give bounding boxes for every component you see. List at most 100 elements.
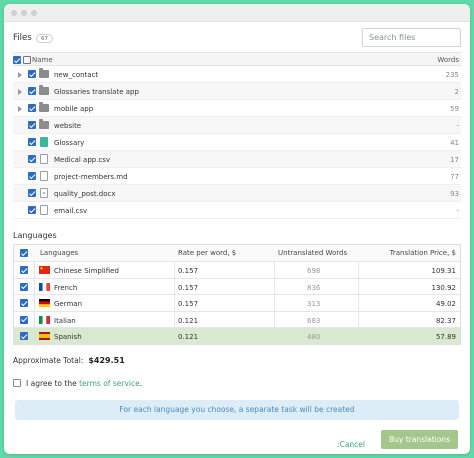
language-checkbox[interactable] [20,282,28,291]
select-all-files-checkbox[interactable] [13,56,21,64]
languages-table: Languages Rate per word, $ Untranslated … [13,244,461,345]
flag-cn-icon [39,266,50,274]
column-header-words[interactable]: Words [437,56,459,64]
file-type-icon [23,56,31,64]
rate-per-word: 0.121 [178,333,199,341]
file-checkbox[interactable] [28,206,36,214]
language-checkbox[interactable] [20,332,28,340]
folder-icon [39,85,49,95]
flag-de-icon [39,299,50,307]
rate-per-word: 0.157 [178,300,199,308]
file-words: 235 [445,71,459,79]
files-table-header: Name Words [13,52,461,66]
buy-translations-button[interactable]: Buy translations [381,430,458,449]
expand-arrow-icon[interactable] [18,89,22,95]
language-name: German [54,300,83,308]
file-row[interactable]: Medical app.csv 17 [13,151,461,168]
languages-table-header: Languages Rate per word, $ Untranslated … [14,245,460,261]
file-words: 93 [450,190,459,198]
agree-suffix-text: . [139,379,143,388]
file-name: email.csv [54,207,88,215]
language-name: Spanish [54,333,82,341]
rate-per-word: 0.121 [178,316,199,325]
file-row[interactable]: new_contact 235 [13,66,461,83]
language-row[interactable]: German 0.157 313 49.02 [14,294,460,311]
file-icon [40,154,48,164]
language-checkbox[interactable] [20,315,28,324]
select-all-languages-checkbox[interactable] [20,249,28,257]
file-name: Medical app.csv [54,156,111,164]
cancel-link[interactable]: :Cancel [337,440,365,449]
language-checkbox[interactable] [20,266,28,274]
untranslated-words: 480 [307,333,321,341]
translation-price: 57.89 [435,333,456,341]
file-words: - [456,122,459,130]
language-name: Chinese Simplified [54,267,119,275]
expand-arrow-icon[interactable] [18,72,22,78]
language-row[interactable]: Italian 0.121 683 82.37 [14,310,460,328]
glossary-icon [40,137,48,147]
total-label: Approximate Total: [13,356,84,365]
flag-es-icon [39,332,50,340]
file-name: mobile app [54,105,94,113]
file-row[interactable]: Wquality_post.docx 93 [13,185,461,202]
column-header-price: Translation Price, $ [389,249,456,257]
window-maximize-dot[interactable] [31,10,37,16]
folder-icon [39,68,49,78]
language-row[interactable]: Spanish 0.121 480 57.89 [14,327,460,344]
untranslated-words: 698 [307,267,321,275]
file-checkbox[interactable] [28,121,36,129]
file-words: - [456,207,459,215]
file-row[interactable]: Glossaries translate app 2 [13,83,461,100]
column-header-untranslated: Untranslated Words [278,249,348,257]
search-files-input[interactable] [362,28,461,47]
file-name: Glossaries translate app [54,88,139,96]
rate-per-word: 0.157 [178,283,199,292]
document-icon: W [40,188,48,198]
file-words: 2 [454,88,459,96]
untranslated-words: 836 [307,283,321,292]
file-checkbox[interactable] [28,172,36,180]
file-checkbox[interactable] [28,138,36,146]
files-header: Files 67 [13,28,461,47]
files-table: Name Words new_contact 235 Glossaries tran… [13,52,461,219]
expand-arrow-icon[interactable] [18,106,22,112]
flag-fr-icon [39,282,50,291]
file-name: quality_post.docx [54,190,116,198]
translation-price: 49.02 [435,300,456,308]
dialog-content: Files 67 Name Words new_contact 235 Glossa… [13,22,461,454]
file-checkbox[interactable] [28,189,36,197]
file-checkbox[interactable] [28,70,36,78]
file-row[interactable]: project-members.md 77 [13,168,461,185]
agree-terms-checkbox[interactable] [13,379,21,387]
file-icon [40,171,48,181]
file-name: project-members.md [54,173,128,181]
agree-prefix-text: I agree to the [26,379,77,388]
translation-price: 130.92 [431,283,457,292]
terms-of-service-link[interactable]: terms of service [79,379,140,388]
file-row[interactable]: Glossary 41 [13,134,461,151]
window-minimize-dot[interactable] [21,10,27,16]
info-banner: For each language you choose, a separate… [15,400,459,420]
total-value: $429.51 [88,356,125,365]
terms-agreement: I agree to the terms of service. [13,379,142,388]
file-checkbox[interactable] [28,104,36,112]
language-name: Italian [54,316,76,325]
file-words: 17 [450,156,459,164]
column-header-name[interactable]: Name [32,56,53,64]
file-name: Glossary [54,139,85,147]
file-row[interactable]: email.csv - [13,202,461,219]
file-row[interactable]: website - [13,117,461,134]
window-close-dot[interactable] [11,10,17,16]
files-title: Files [13,33,32,43]
language-row[interactable]: Chinese Simplified 0.157 698 109.31 [14,261,460,278]
language-row[interactable]: French 0.157 836 130.92 [14,277,460,295]
column-header-languages: Languages [40,249,79,257]
file-name: website [54,122,82,130]
file-checkbox[interactable] [28,87,36,95]
window-titlebar [4,4,470,22]
untranslated-words: 683 [307,316,321,325]
file-row[interactable]: mobile app 59 [13,100,461,117]
file-checkbox[interactable] [28,155,36,163]
language-checkbox[interactable] [20,299,28,307]
